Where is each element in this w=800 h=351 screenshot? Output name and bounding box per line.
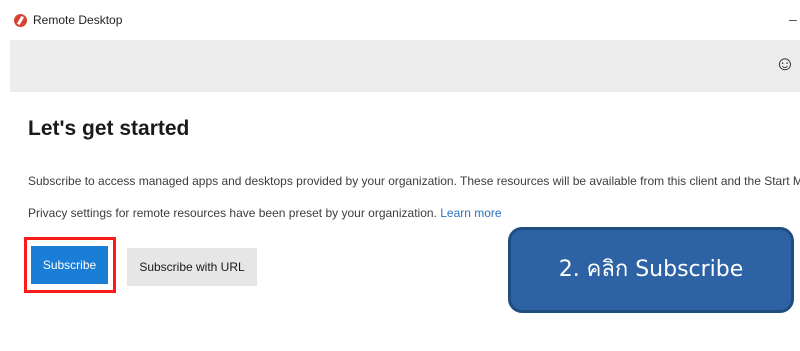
smiley-icon[interactable]: ☺ bbox=[774, 53, 796, 75]
subscribe-with-url-button[interactable]: Subscribe with URL bbox=[127, 248, 257, 286]
privacy-label: Privacy settings for remote resources ha… bbox=[28, 206, 437, 220]
command-bar: ☺ bbox=[10, 40, 800, 92]
description-text: Subscribe to access managed apps and des… bbox=[28, 174, 800, 188]
window-title: Remote Desktop bbox=[33, 13, 123, 27]
minimize-button[interactable]: – bbox=[789, 8, 800, 30]
remote-desktop-icon bbox=[14, 14, 27, 27]
subscribe-button[interactable]: Subscribe bbox=[31, 246, 108, 284]
privacy-text: Privacy settings for remote resources ha… bbox=[28, 206, 502, 220]
page-title: Let's get started bbox=[28, 117, 190, 140]
remote-desktop-window: Remote Desktop – ☺ Let's get started Sub… bbox=[0, 0, 800, 351]
learn-more-link[interactable]: Learn more bbox=[440, 206, 501, 220]
title-bar: Remote Desktop – bbox=[0, 0, 800, 40]
instruction-callout: 2. คลิก Subscribe bbox=[508, 227, 794, 313]
